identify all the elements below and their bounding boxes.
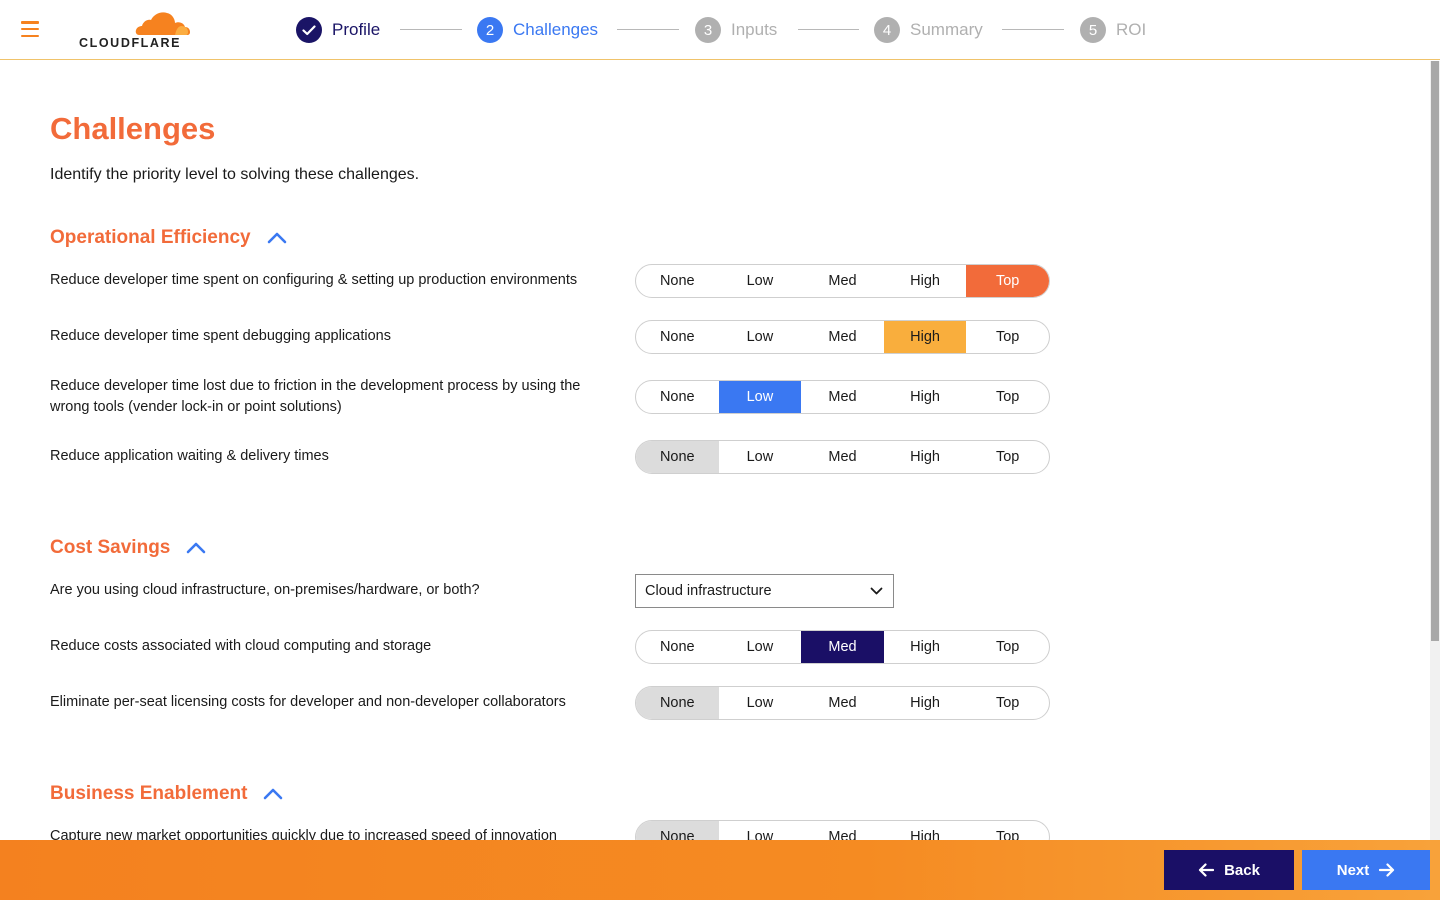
priority-option-high[interactable]: High (884, 381, 967, 413)
priority-option-low[interactable]: Low (719, 687, 802, 719)
top-header: CLOUDFLARE Profile 2 Challenges 3 Inputs… (0, 0, 1440, 60)
priority-selector: None Low Med High Top (635, 440, 1050, 474)
priority-selector: None Low Med High Top (635, 630, 1050, 664)
chevron-down-icon (870, 587, 883, 595)
cloud-logo-icon (135, 12, 190, 35)
main-content: Challenges Identify the priority level t… (0, 61, 1430, 840)
step-number: 5 (1080, 17, 1106, 43)
priority-option-top[interactable]: Top (966, 687, 1049, 719)
step-connector (617, 29, 679, 30)
priority-option-top[interactable]: Top (966, 265, 1049, 297)
arrow-left-icon (1198, 863, 1215, 877)
scrollbar[interactable] (1430, 61, 1440, 840)
priority-option-med[interactable]: Med (801, 321, 884, 353)
priority-option-med[interactable]: Med (801, 631, 884, 663)
priority-option-top[interactable]: Top (966, 441, 1049, 473)
step-number: 4 (874, 17, 900, 43)
step-connector (1002, 29, 1064, 30)
footer-bar: Back Next (0, 840, 1440, 900)
logo-wordmark: CLOUDFLARE (79, 36, 182, 50)
step-number: 2 (477, 17, 503, 43)
step-roi[interactable]: 5 ROI (1080, 17, 1146, 43)
priority-option-med[interactable]: Med (801, 821, 884, 840)
priority-option-high[interactable]: High (884, 631, 967, 663)
cloudflare-logo[interactable]: CLOUDFLARE (79, 10, 191, 52)
priority-option-high[interactable]: High (884, 687, 967, 719)
back-button[interactable]: Back (1164, 850, 1294, 890)
section-business-enablement[interactable]: Business Enablement (50, 783, 283, 805)
priority-option-low[interactable]: Low (719, 321, 802, 353)
step-label: Summary (910, 20, 983, 39)
check-icon (296, 17, 322, 43)
priority-selector: None Low Med High Top (635, 264, 1050, 298)
priority-option-med[interactable]: Med (801, 687, 884, 719)
question-label: Reduce developer time lost due to fricti… (50, 378, 581, 415)
priority-option-low[interactable]: Low (719, 631, 802, 663)
priority-selector: None Low Med High Top (635, 320, 1050, 354)
priority-option-med[interactable]: Med (801, 441, 884, 473)
question-label: Reduce developer time spent on configuri… (50, 272, 578, 288)
question-label: Capture new market opportunities quickly… (50, 828, 557, 840)
question-label: Reduce costs associated with cloud compu… (50, 638, 432, 654)
priority-option-low[interactable]: Low (719, 441, 802, 473)
step-connector (798, 29, 859, 30)
question-label: Eliminate per-seat licensing costs for d… (50, 694, 566, 710)
section-title: Operational Efficiency (50, 227, 251, 248)
chevron-up-icon[interactable] (267, 231, 287, 245)
priority-selector: None Low Med High Top (635, 380, 1050, 414)
hamburger-menu-icon[interactable] (21, 21, 39, 38)
step-label: Challenges (513, 20, 599, 39)
priority-option-high[interactable]: High (883, 321, 967, 353)
back-label: Back (1224, 861, 1260, 879)
section-title: Cost Savings (50, 537, 171, 558)
section-operational-efficiency[interactable]: Operational Efficiency (50, 227, 287, 249)
priority-option-low[interactable]: Low (719, 265, 802, 297)
priority-option-none[interactable]: None (636, 687, 719, 719)
step-inputs[interactable]: 3 Inputs (695, 17, 777, 43)
priority-selector: None Low Med High Top (635, 686, 1050, 720)
step-number: 3 (695, 17, 721, 43)
step-label: ROI (1116, 20, 1147, 39)
infrastructure-select[interactable]: Cloud infrastructure (635, 574, 894, 608)
next-button[interactable]: Next (1302, 850, 1430, 890)
step-profile[interactable]: Profile (296, 17, 380, 43)
priority-option-high[interactable]: High (884, 441, 967, 473)
question-label: Reduce application waiting & delivery ti… (50, 448, 329, 464)
priority-option-none[interactable]: None (636, 441, 719, 473)
chevron-up-icon[interactable] (263, 787, 283, 801)
step-connector (400, 29, 462, 30)
priority-option-top[interactable]: Top (966, 821, 1049, 840)
page-subtitle: Identify the priority level to solving t… (50, 166, 420, 183)
arrow-right-icon (1379, 863, 1395, 877)
next-label: Next (1336, 861, 1370, 879)
priority-option-high[interactable]: High (884, 265, 967, 297)
question-label: Reduce developer time spent debugging ap… (50, 328, 391, 344)
priority-option-top[interactable]: Top (966, 381, 1049, 413)
section-cost-savings[interactable]: Cost Savings (50, 537, 206, 559)
priority-option-top[interactable]: Top (966, 321, 1049, 353)
step-label: Profile (332, 20, 381, 39)
priority-selector: None Low Med High Top (635, 820, 1050, 840)
priority-option-low[interactable]: Low (719, 821, 802, 840)
select-value: Cloud infrastructure (645, 583, 772, 599)
section-title: Business Enablement (50, 783, 248, 804)
priority-option-top[interactable]: Top (966, 631, 1049, 663)
priority-option-high[interactable]: High (884, 821, 967, 840)
page-title: Challenges (50, 111, 216, 146)
priority-option-none[interactable]: None (636, 821, 719, 840)
step-label: Inputs (731, 20, 778, 39)
step-summary[interactable]: 4 Summary (874, 17, 983, 43)
step-challenges[interactable]: 2 Challenges (477, 17, 598, 43)
priority-option-none[interactable]: None (636, 381, 719, 413)
scrollbar-thumb[interactable] (1431, 61, 1439, 641)
question-label: Are you using cloud infrastructure, on-p… (50, 582, 480, 598)
priority-option-med[interactable]: Med (801, 381, 884, 413)
priority-option-none[interactable]: None (636, 265, 719, 297)
chevron-up-icon[interactable] (186, 541, 206, 555)
priority-option-med[interactable]: Med (801, 265, 884, 297)
priority-option-none[interactable]: None (636, 631, 719, 663)
priority-option-none[interactable]: None (636, 321, 719, 353)
priority-option-low[interactable]: Low (718, 381, 802, 413)
